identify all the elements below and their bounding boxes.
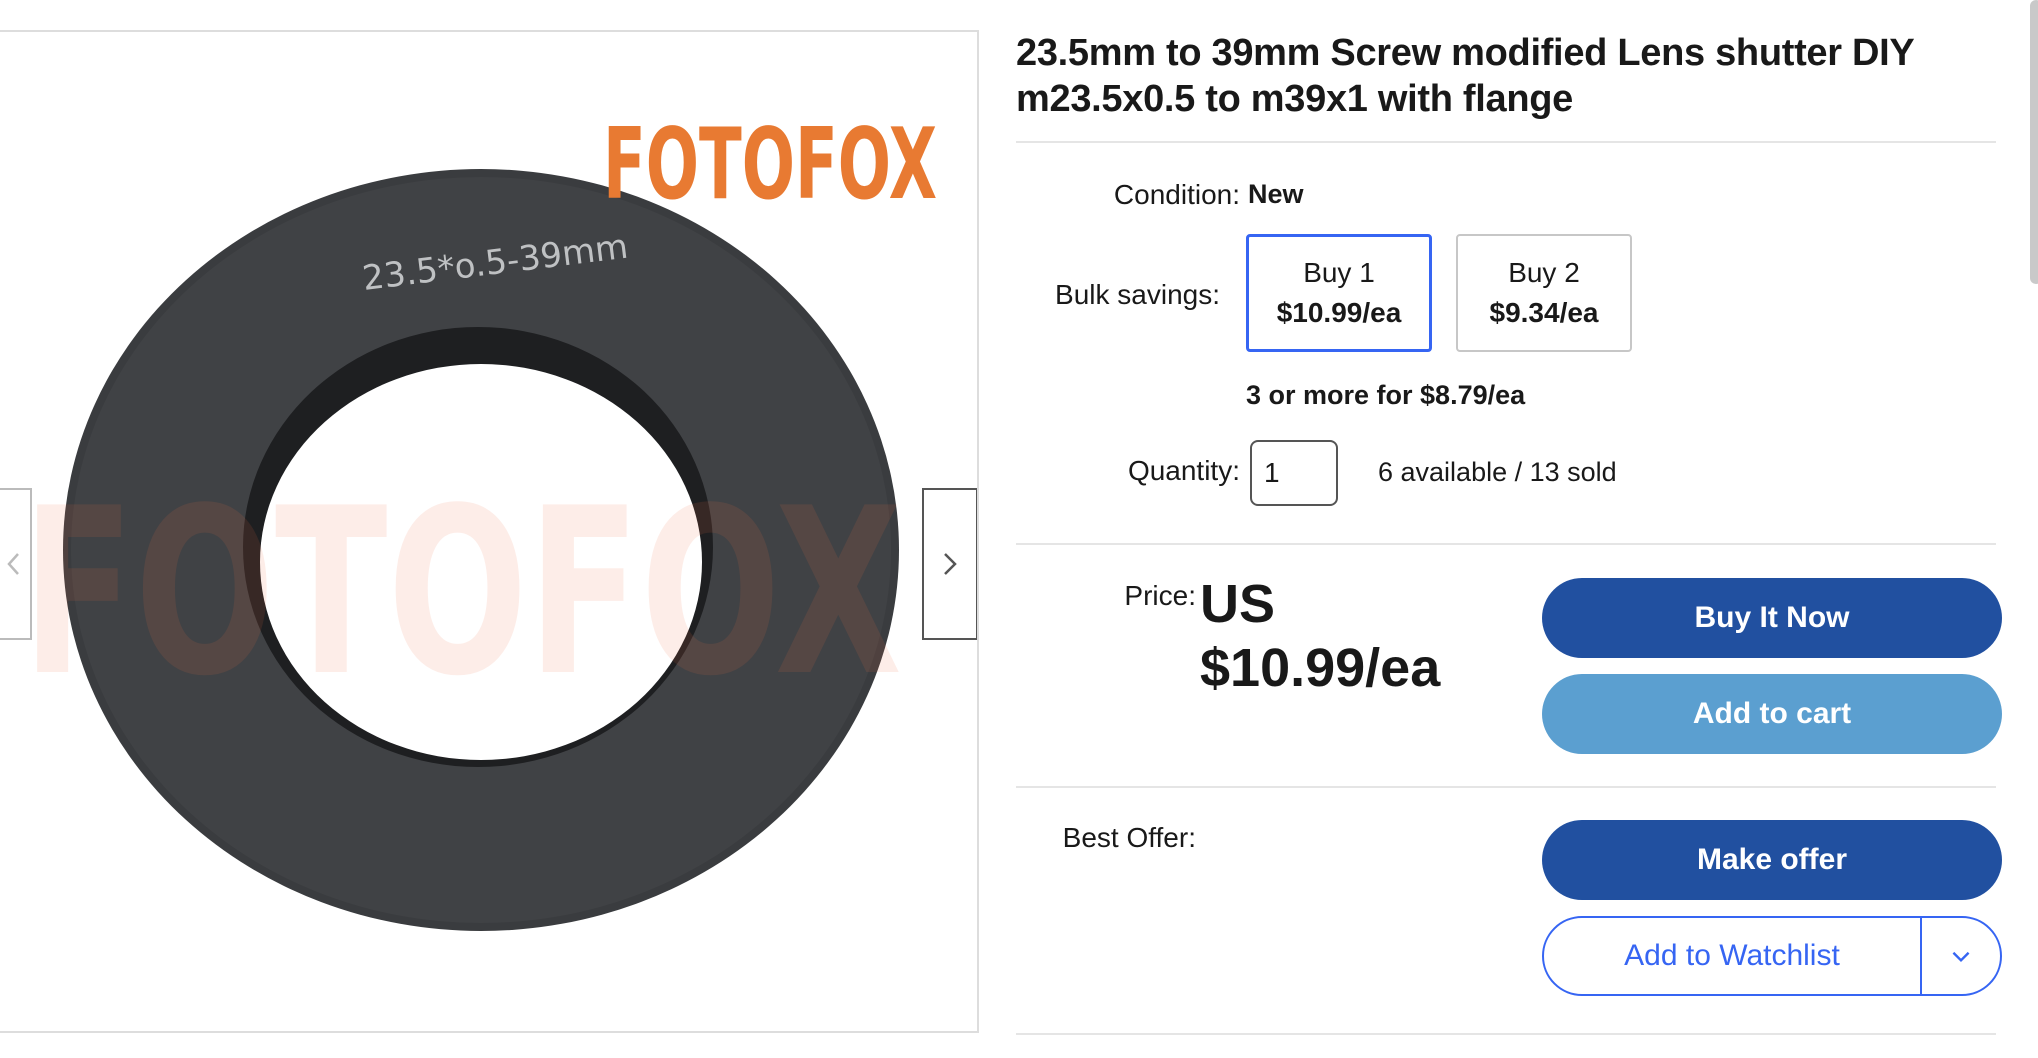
product-info: 23.5mm to 39mm Screw modified Lens shutt…	[1016, 0, 2002, 1058]
condition-label: Condition:	[1113, 179, 1240, 210]
chevron-right-icon	[944, 553, 957, 575]
product-page: FOTOFOX 23.5*o.5-39mm FOTOFOX 23.5mm to …	[0, 0, 2038, 1058]
bulk-savings-label: Bulk savings:	[1055, 279, 1220, 310]
divider	[1016, 786, 1996, 788]
bulk-option-buy-2[interactable]: Buy 2 $9.34/ea	[1456, 234, 1632, 352]
make-offer-button[interactable]: Make offer	[1542, 820, 2002, 900]
condition-value: New	[1248, 179, 1304, 209]
add-to-cart-button[interactable]: Add to cart	[1542, 674, 2002, 754]
product-image: FOTOFOX 23.5*o.5-39mm FOTOFOX	[22, 108, 937, 931]
chevron-down-icon	[1952, 951, 1970, 963]
price-currency: US	[1200, 574, 1276, 634]
divider	[1016, 1033, 1996, 1035]
gallery-next-button[interactable]	[922, 488, 977, 640]
best-offer-label: Best Offer:	[1062, 822, 1196, 853]
scrollbar[interactable]	[2030, 0, 2038, 284]
watchlist-dropdown-button[interactable]	[1920, 918, 2000, 994]
watermark-text: FOTOFOX	[22, 460, 902, 727]
bulk-option-qty: Buy 1	[1303, 257, 1375, 288]
image-gallery[interactable]: FOTOFOX 23.5*o.5-39mm FOTOFOX	[0, 30, 979, 1033]
price-value: US $10.99/ea	[1200, 572, 1440, 700]
bulk-option-qty: Buy 2	[1508, 257, 1580, 288]
add-to-watchlist-label: Add to Watchlist	[1624, 939, 1840, 972]
quantity-label: Quantity:	[1127, 455, 1240, 486]
bulk-option-price: $9.34/ea	[1489, 297, 1599, 328]
bulk-more-price: 3 or more for $8.79/ea	[1246, 380, 1526, 410]
price-label: Price:	[1124, 580, 1196, 611]
gallery-prev-button[interactable]	[0, 488, 32, 640]
buy-it-now-button[interactable]: Buy It Now	[1542, 578, 2002, 658]
divider	[1016, 141, 1996, 143]
bulk-option-buy-1[interactable]: Buy 1 $10.99/ea	[1246, 234, 1432, 352]
product-title: 23.5mm to 39mm Screw modified Lens shutt…	[1016, 32, 1914, 120]
bulk-option-price: $10.99/ea	[1276, 297, 1402, 328]
brand-logo: FOTOFOX	[603, 108, 937, 222]
chevron-left-icon	[7, 553, 19, 575]
availability-text: 6 available / 13 sold	[1378, 457, 1617, 487]
add-to-watchlist-button[interactable]: Add to Watchlist	[1542, 916, 2002, 996]
divider	[1016, 543, 1996, 545]
quantity-input[interactable]	[1250, 440, 1338, 506]
price-amount: $10.99/ea	[1200, 638, 1441, 698]
